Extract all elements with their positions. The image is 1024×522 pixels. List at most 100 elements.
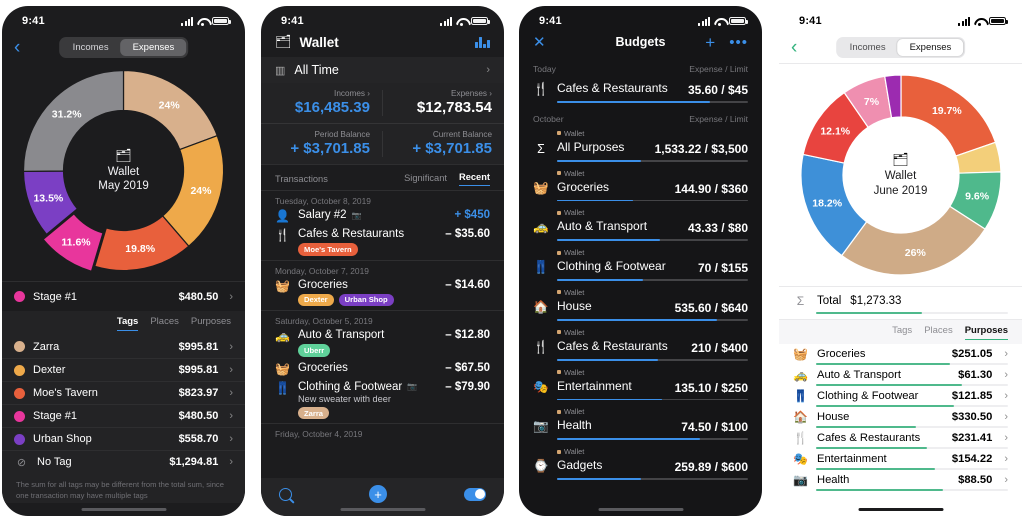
segment-expenses[interactable]: Expenses — [897, 39, 964, 56]
list-item[interactable]: 📷 Health $88.50 › — [779, 470, 1022, 491]
transaction-row[interactable]: 🧺 Groceries Dexter Urban Shop – $14.60 — [261, 278, 504, 311]
list-item[interactable]: Zarra $995.81 › — [2, 335, 245, 358]
list-item[interactable]: Moe's Tavern $823.97 › — [2, 381, 245, 404]
budget-account-label: Wallet — [557, 487, 680, 488]
tab-places[interactable]: Places — [150, 316, 179, 331]
budget-row-top: 📷 Wallet Health 74.50 / $100 — [533, 407, 748, 434]
tab-tags[interactable]: Tags — [116, 316, 139, 331]
list-item[interactable]: Urban Shop $558.70 › — [2, 427, 245, 450]
add-transaction-button[interactable]: + — [369, 485, 387, 503]
segment-expenses[interactable]: Expenses — [120, 38, 187, 56]
list-item[interactable]: 🍴 Cafes & Restaurants $231.41 › — [779, 428, 1022, 449]
home-indicator — [858, 507, 943, 511]
slice-percent-label: 19.8% — [125, 243, 155, 255]
list-item[interactable]: 🎭 Entertainment $154.22 › — [779, 449, 1022, 470]
toggle-switch[interactable] — [464, 487, 486, 501]
transaction-tag[interactable]: Uberr — [298, 344, 331, 357]
list-item[interactable]: 👖 Clothing & Footwear $121.85 › — [779, 386, 1022, 407]
transaction-name: Clothing & Footwear 📷 — [298, 380, 418, 393]
list-item[interactable]: ⊘ No Tag $1,294.81 › — [2, 450, 245, 473]
budget-row[interactable]: 🧺 Wallet Groceries 144.90 / $360 — [519, 167, 762, 207]
budget-body: Wallet Clothing & Footwear — [557, 248, 690, 275]
statistics-icon[interactable] — [475, 36, 490, 48]
list-item[interactable]: 🧺 Groceries $251.05 › — [779, 344, 1022, 365]
budget-amount: 74.50 / $100 — [681, 420, 748, 435]
more-options-icon[interactable]: ••• — [729, 35, 748, 50]
summary-incomes[interactable]: Incomes › $16,485.39 — [261, 83, 382, 123]
expenses-donut-chart[interactable]: 24% 24% 19.8% 11.6% 13.5% 31.2% 🗂 Wallet May … — [2, 64, 245, 277]
list-item[interactable]: Stage #1 $480.50 › — [2, 404, 245, 427]
category-icon: 📷 — [793, 472, 808, 487]
purpose-list[interactable]: 🧺 Groceries $251.05 › 🚕 Auto & Transport… — [779, 344, 1022, 491]
slice-percent-label: 11.6% — [61, 237, 91, 249]
income-expense-segmented-control[interactable]: Incomes Expenses — [835, 37, 966, 58]
category-tabs[interactable]: Tags Places Purposes — [2, 311, 245, 335]
wallet-icon: 🗂 — [892, 152, 909, 167]
tab-purposes[interactable]: Purposes — [191, 316, 231, 331]
camera-icon: 📷 — [351, 210, 362, 220]
donut-slice[interactable] — [840, 205, 986, 276]
list-item-progress-bar — [816, 468, 1008, 470]
list-item-progress-bar — [816, 384, 1008, 386]
list-item-amount: $88.50 — [958, 473, 993, 486]
slice-percent-label: 12.1% — [820, 126, 850, 138]
close-icon[interactable]: ✕ — [533, 35, 546, 50]
list-item[interactable]: Dexter $995.81 › — [2, 358, 245, 381]
budget-row[interactable]: 🎭 Wallet Entertainment 135.10 / $250 — [519, 366, 762, 406]
add-budget-icon[interactable]: + — [705, 34, 715, 51]
budget-row[interactable]: 📱 Wallet Cell 59.90 / $75 — [519, 485, 762, 488]
budget-name: Entertainment — [557, 378, 632, 393]
income-expense-segmented-control[interactable]: Incomes Expenses — [58, 36, 189, 58]
budget-row[interactable]: 🚕 Wallet Auto & Transport 43.33 / $80 — [519, 206, 762, 246]
transaction-row[interactable]: 👤 Salary #2 📷 + $450 — [261, 208, 504, 227]
tab-significant[interactable]: Significant — [404, 173, 447, 186]
transaction-tag[interactable]: Zarra — [298, 406, 329, 420]
transaction-tag[interactable]: Dexter — [298, 293, 334, 307]
budget-list[interactable]: Today Expense / Limit 🍴 Cafes & Restaura… — [519, 58, 762, 488]
budget-row[interactable]: 🏠 Wallet House 535.60 / $640 — [519, 286, 762, 326]
transaction-tag[interactable]: Moe's Tavern — [298, 243, 358, 256]
list-item-label: Urban Shop — [33, 433, 92, 445]
tab-purposes[interactable]: Purposes — [964, 325, 1008, 340]
budget-body: Wallet Cafes & Restaurants — [557, 328, 683, 355]
list-item-line: 👖 Clothing & Footwear $121.85 › — [793, 386, 1008, 405]
segment-incomes[interactable]: Incomes — [838, 39, 898, 56]
tab-recent[interactable]: Recent — [458, 172, 490, 186]
transaction-row[interactable]: 🍴 Cafes & Restaurants Moe's Tavern – $35… — [261, 227, 504, 260]
summary-expenses[interactable]: Expenses › $12,783.54 — [383, 83, 504, 123]
category-tabs[interactable]: Tags Places Purposes — [779, 320, 1022, 344]
budget-row[interactable]: ⌚ Wallet Gadgets 259.89 / $600 — [519, 445, 762, 485]
summary-expenses-value: $12,783.54 — [416, 99, 492, 116]
segment-incomes[interactable]: Incomes — [61, 39, 121, 56]
transaction-tag[interactable]: Urban Shop — [338, 293, 394, 307]
transaction-name: Groceries — [298, 361, 348, 374]
tab-tags[interactable]: Tags — [892, 325, 912, 340]
color-swatch — [14, 341, 25, 352]
back-icon[interactable]: ‹ — [14, 38, 20, 57]
category-icon: ⌚ — [533, 459, 549, 474]
budget-row[interactable]: 📷 Wallet Health 74.50 / $100 — [519, 405, 762, 445]
expenses-donut-chart[interactable]: 19.7% 9.6% 26% 18.2% 12.1% 7% 🗂 Wallet June 2… — [779, 64, 1022, 286]
budget-row-top: 📱 Wallet Cell 59.90 / $75 — [533, 487, 748, 488]
selected-tag-row[interactable]: Stage #1 $480.50 › — [2, 281, 245, 311]
list-item[interactable]: 🏠 House $330.50 › — [779, 407, 1022, 428]
list-item[interactable]: 🚕 Auto & Transport $61.30 › — [779, 365, 1022, 386]
period-selector[interactable]: ▥ All Time › — [261, 57, 504, 83]
back-icon[interactable]: ‹ — [791, 38, 797, 57]
budget-row[interactable]: 🍴 Wallet Cafes & Restaurants 210 / $400 — [519, 326, 762, 366]
transaction-name: Auto & Transport — [298, 329, 385, 342]
donut-center-line2: June 2019 — [873, 184, 928, 197]
tab-places[interactable]: Places — [924, 325, 953, 340]
transaction-row[interactable]: 🧺 Groceries – $67.50 — [261, 361, 504, 380]
transaction-list[interactable]: Tuesday, October 8, 2019 👤 Salary #2 📷 + $… — [261, 190, 504, 462]
budget-row[interactable]: Σ Wallet All Purposes 1,533.22 / $3,500 — [519, 127, 762, 167]
budget-row[interactable]: 🍴 Cafes & Restaurants 35.60 / $45 — [519, 77, 762, 108]
search-icon[interactable] — [279, 487, 292, 501]
summary-incomes-value: $16,485.39 — [294, 99, 370, 116]
budget-amount: 135.10 / $250 — [674, 380, 748, 395]
transaction-row[interactable]: 🚕 Auto & Transport Uberr – $12.80 — [261, 328, 504, 361]
list-item-amount: $154.22 — [951, 452, 993, 465]
transaction-row[interactable]: 👖 Clothing & Footwear 📷 New sweater with … — [261, 380, 504, 424]
budget-row[interactable]: 👖 Wallet Clothing & Footwear 70 / $155 — [519, 246, 762, 286]
home-indicator — [598, 507, 683, 511]
